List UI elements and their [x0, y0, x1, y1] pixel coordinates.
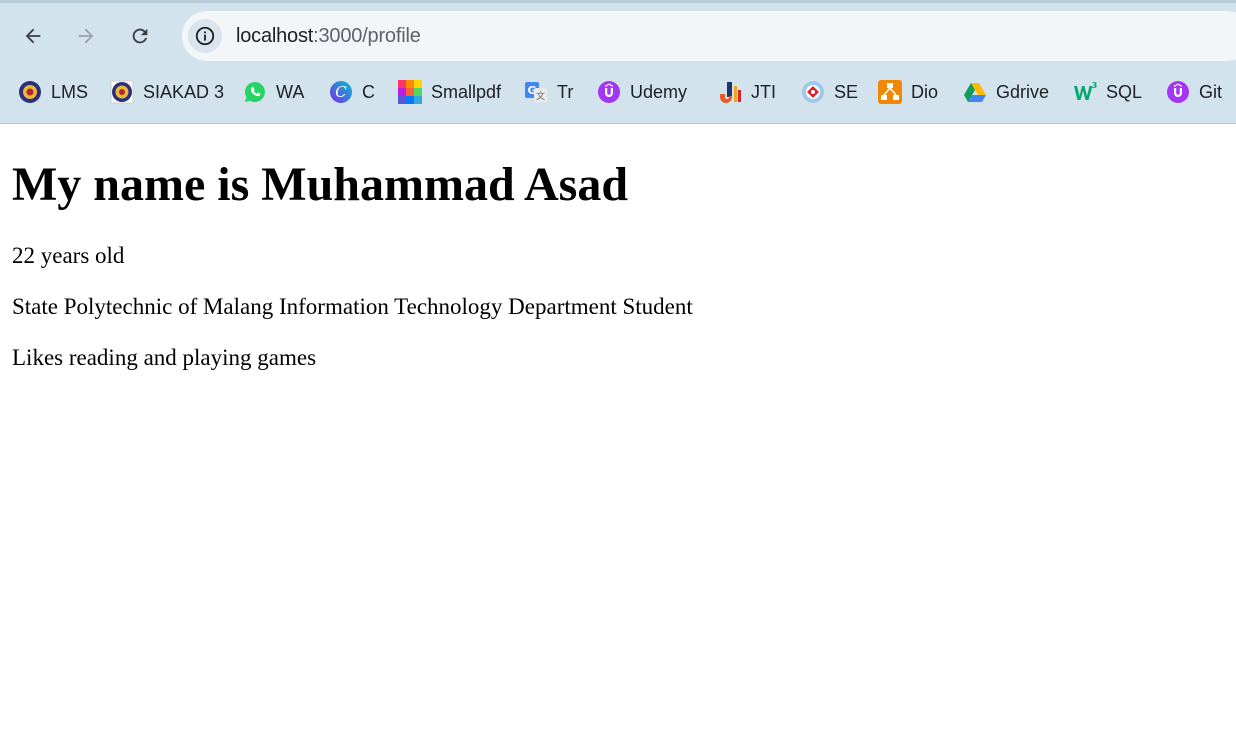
udemy-icon: [1166, 80, 1190, 104]
bookmark-jti[interactable]: JTI: [718, 75, 776, 109]
svg-text:文: 文: [536, 90, 545, 102]
site-info-button[interactable]: [188, 19, 222, 53]
w3schools-icon: 3: [1073, 80, 1097, 104]
bookmark-label: Tr: [557, 81, 574, 102]
hobby-text: Likes reading and playing games: [12, 345, 317, 370]
bookmark-siakad[interactable]: SIAKAD 3: [110, 75, 224, 109]
svg-text:C: C: [335, 83, 347, 101]
diagrams-icon: [878, 80, 902, 104]
bookmark-label: SQL: [1106, 81, 1143, 102]
page-heading: My name is Muhammad Asad: [12, 158, 629, 211]
bookmark-lms[interactable]: LMS: [18, 75, 88, 109]
bookmark-sql[interactable]: 3 SQL: [1073, 75, 1142, 109]
bookmark-label: Dio: [911, 81, 939, 102]
forward-button[interactable]: [70, 20, 102, 52]
bookmark-label: Gdrive: [996, 81, 1050, 102]
bookmark-smallpdf[interactable]: Smallpdf: [398, 75, 501, 109]
bookmark-label: SIAKAD 3: [143, 81, 225, 102]
reload-icon: [132, 28, 148, 44]
svg-text:3: 3: [1092, 81, 1097, 90]
browser-toolbar: localhost:3000/profile LMS SIAKAD 3 WA C…: [0, 0, 1236, 124]
udemy-icon: [597, 80, 621, 104]
bookmark-canva[interactable]: C C: [329, 75, 375, 109]
bookmark-wa[interactable]: WA: [243, 75, 304, 109]
school-text: State Polytechnic of Malang Information …: [12, 294, 693, 319]
bookmark-dio[interactable]: Dio: [878, 75, 938, 109]
jti-icon: [718, 80, 742, 104]
bookmark-label: LMS: [51, 81, 89, 102]
back-button[interactable]: [17, 20, 49, 52]
bookmark-label: Smallpdf: [431, 81, 502, 102]
address-bar[interactable]: localhost:3000/profile: [182, 11, 1236, 61]
bookmark-udemy[interactable]: Udemy: [597, 75, 687, 109]
polinema-crest-icon: [110, 80, 134, 104]
url-path: :3000/profile: [313, 25, 421, 47]
google-drive-icon: [963, 80, 987, 104]
age-text: 22 years old: [12, 243, 125, 268]
canva-icon: C: [329, 80, 353, 104]
reload-button[interactable]: [124, 20, 156, 52]
polinema-crest-icon: [18, 80, 42, 104]
bookmark-label: WA: [276, 81, 305, 102]
url-host: localhost: [236, 25, 314, 47]
info-icon: [195, 26, 215, 46]
bookmark-gdrive[interactable]: Gdrive: [963, 75, 1049, 109]
google-translate-icon: G文: [524, 80, 548, 104]
smallpdf-icon: [398, 80, 422, 104]
bookmark-translate[interactable]: G文 Tr: [524, 75, 573, 109]
bookmark-git[interactable]: Git: [1166, 75, 1222, 109]
bookmark-label: Udemy: [630, 81, 688, 102]
arrow-right-icon: [78, 28, 94, 44]
bookmark-se[interactable]: SE: [801, 75, 858, 109]
bookmark-label: JTI: [751, 81, 776, 102]
url-text[interactable]: localhost:3000/profile: [236, 24, 421, 48]
page-content: My name is Muhammad Asad 22 years old St…: [0, 124, 1236, 747]
bookmarks-bar: LMS SIAKAD 3 WA C C Smallpdf G 文 Tr Udem…: [0, 75, 1236, 109]
window-top-edge: [0, 0, 1236, 3]
bookmark-label: C: [362, 81, 375, 102]
arrow-left-icon: [25, 28, 41, 44]
whatsapp-icon: [243, 80, 267, 104]
se-icon: [801, 80, 825, 104]
bookmark-label: Git: [1199, 81, 1223, 102]
bookmark-label: SE: [834, 81, 859, 102]
